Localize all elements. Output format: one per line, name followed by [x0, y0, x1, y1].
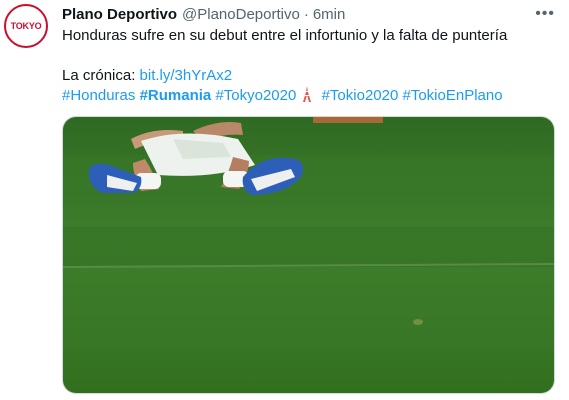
cronica-line: La crónica: bit.ly/3hYrAx2	[62, 66, 559, 86]
hashtag-line: #Honduras #Rumania #Tokyo2020 #Tokio2020…	[62, 86, 559, 106]
display-name[interactable]: Plano Deportivo	[62, 6, 177, 23]
cronica-label: La crónica:	[62, 67, 140, 84]
tweet-header: Plano Deportivo @PlanoDeportivo · 6min •…	[62, 4, 559, 24]
more-options-icon[interactable]: •••	[535, 4, 555, 24]
user-handle[interactable]: @PlanoDeportivo	[182, 6, 300, 23]
timestamp[interactable]: 6min	[313, 6, 346, 23]
tweet-photo[interactable]	[62, 116, 555, 394]
headline-text: Honduras sufre en su debut entre el info…	[62, 27, 508, 44]
article-link[interactable]: bit.ly/3hYrAx2	[140, 67, 233, 84]
separator: ·	[303, 5, 309, 23]
hashtag-rumania[interactable]: #Rumania	[140, 87, 212, 104]
hashtag-honduras[interactable]: #Honduras	[62, 87, 135, 104]
hashtag-tokioenplano[interactable]: #TokioEnPlano	[403, 87, 503, 104]
tweet-text: Honduras sufre en su debut entre el info…	[62, 26, 559, 106]
hashtag-tokio2020[interactable]: #Tokio2020	[322, 87, 399, 104]
avatar-logo-text: TOKYO	[10, 21, 42, 31]
player-on-pitch-photo	[63, 117, 554, 393]
avatar[interactable]: TOKYO	[4, 4, 48, 48]
tokyo-tower-emoji	[298, 86, 315, 103]
hashtag-tokyo2020[interactable]: #Tokyo2020	[215, 87, 296, 104]
